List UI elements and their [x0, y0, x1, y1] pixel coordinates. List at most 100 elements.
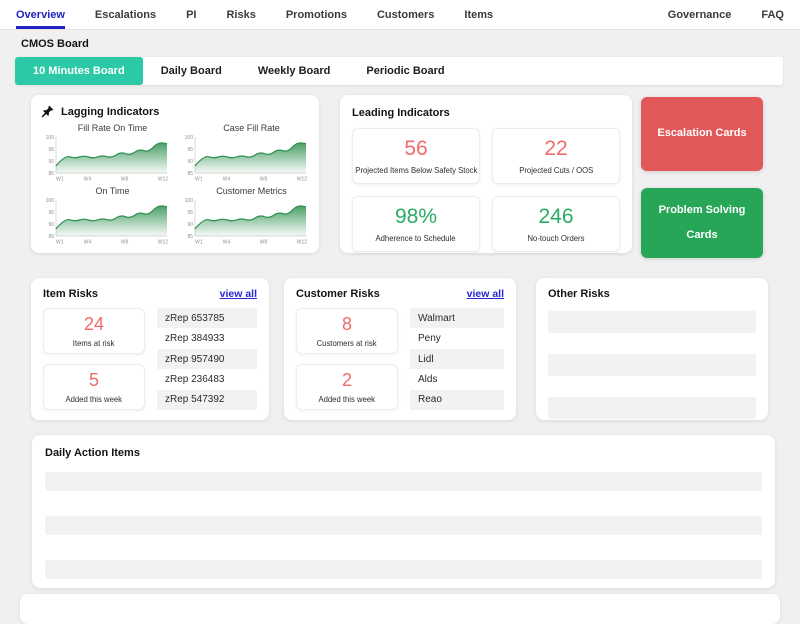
risk-list-item[interactable]: zRep 653785 — [157, 308, 257, 329]
panel-title: Daily Action Items — [45, 447, 140, 459]
nav-item[interactable]: Items — [464, 0, 493, 29]
risk-list-item[interactable]: Reao — [410, 389, 504, 411]
lagging-indicators-panel: Lagging Indicators Fill Rate On Time 100… — [31, 95, 319, 253]
nav-item[interactable]: Governance — [668, 0, 732, 29]
placeholder-row — [45, 516, 762, 535]
risk-list-item[interactable]: zRep 236483 — [157, 369, 257, 389]
stat-value: 246 — [538, 204, 574, 228]
svg-text:W1: W1 — [195, 240, 203, 246]
stat-value: 5 — [88, 369, 99, 390]
nav-item[interactable]: PI — [186, 0, 196, 29]
risk-list-item[interactable]: zRep 957490 — [157, 348, 257, 370]
stat-label: Items at risk — [73, 337, 115, 348]
board-tab[interactable]: Weekly Board — [240, 57, 349, 85]
stat-label: Customers at risk — [317, 337, 377, 348]
svg-text:90: 90 — [48, 159, 54, 165]
board-tab[interactable]: Periodic Board — [348, 57, 462, 85]
svg-text:90: 90 — [187, 222, 193, 228]
other-risks-panel: Other Risks — [536, 278, 768, 420]
placeholder-row — [548, 354, 756, 376]
lagging-panel-header: Lagging Indicators — [41, 105, 311, 118]
svg-text:100: 100 — [46, 198, 55, 204]
stat-value: 98% — [394, 204, 438, 228]
svg-text:W8: W8 — [260, 177, 268, 183]
risk-list-item[interactable]: Peny — [410, 328, 504, 348]
svg-text:90: 90 — [187, 159, 193, 165]
daily-action-rows — [45, 472, 762, 579]
stat-label: Added this week — [318, 393, 376, 404]
panel-title: Item Risks — [43, 288, 99, 300]
placeholder-row — [45, 560, 762, 579]
view-all-link[interactable]: view all — [220, 288, 257, 300]
customer-risks-body: 8 Customers at risk 2 Added this week Wa… — [296, 308, 504, 411]
stat-card: 24 Items at risk — [43, 308, 145, 354]
stat-label: Added this week — [65, 393, 123, 404]
chart-fill-rate-on-time: Fill Rate On Time 100 95 90 85 W1 W4 W8 W12 — [41, 122, 171, 182]
action-card-button[interactable]: Escalation Cards — [641, 97, 763, 171]
placeholder-row — [45, 472, 762, 491]
stat-card: 5 Added this week — [43, 364, 145, 410]
svg-text:W1: W1 — [195, 177, 203, 183]
panel-title: Customer Risks — [296, 288, 380, 300]
svg-text:95: 95 — [48, 147, 54, 153]
charts-grid: Fill Rate On Time 100 95 90 85 W1 W4 W8 W12 Cas… — [41, 122, 311, 245]
area-chart: 100 95 90 85 W1 W4 W8 W12 — [180, 197, 310, 245]
stat-label: Adherence to Schedule — [375, 232, 457, 243]
stat-value: 8 — [341, 313, 352, 334]
risk-list-item[interactable]: zRep 384933 — [157, 328, 257, 348]
item-risks-list: zRep 653785 zRep 384933 zRep 957490 zRep 23… — [157, 308, 257, 411]
chart-case-fill-rate: Case Fill Rate 100 95 90 85 W1 W4 W8 W12 — [180, 122, 310, 182]
chart-customer-metrics: Customer Metrics 100 95 90 85 W1 W4 W8 W12 — [180, 185, 310, 245]
svg-text:W8: W8 — [260, 240, 268, 246]
partial-next-panel — [20, 594, 780, 624]
customer-risks-list: Walmart Peny Lidl Alds Reao — [410, 308, 504, 411]
nav-item[interactable]: Customers — [377, 0, 434, 29]
nav-item[interactable]: Escalations — [95, 0, 156, 29]
stat-value: 22 — [544, 136, 568, 160]
placeholder-row — [548, 311, 756, 333]
svg-text:100: 100 — [46, 135, 55, 141]
other-risks-rows — [548, 311, 756, 419]
stat-value: 56 — [404, 136, 428, 160]
risk-list-item[interactable]: Lidl — [410, 348, 504, 370]
svg-text:W12: W12 — [297, 177, 308, 183]
leading-stats-grid: 56 Projected Items Below Safety Stock 22… — [352, 128, 620, 252]
svg-text:W8: W8 — [121, 177, 129, 183]
board-tab[interactable]: Daily Board — [143, 57, 240, 85]
customer-risks-stats: 8 Customers at risk 2 Added this week — [296, 308, 398, 410]
svg-text:95: 95 — [187, 147, 193, 153]
daily-action-items-panel: Daily Action Items — [32, 435, 775, 588]
leading-indicators-panel: Leading Indicators 56 Projected Items Be… — [340, 95, 632, 253]
action-card-button[interactable]: Problem Solving Cards — [641, 188, 763, 258]
risk-list-item[interactable]: Alds — [410, 369, 504, 389]
stat-card: 22 Projected Cuts / OOS — [492, 128, 620, 184]
nav-item[interactable]: Risks — [226, 0, 255, 29]
pushpin-icon — [41, 105, 54, 118]
action-cards-column: Escalation Cards Problem Solving Cards — [641, 97, 763, 258]
nav-left-group: Overview Escalations PI Risks Promotions Cust… — [16, 0, 493, 29]
area-chart: 100 95 90 85 W1 W4 W8 W12 — [41, 134, 171, 182]
svg-text:85: 85 — [48, 171, 54, 177]
svg-text:100: 100 — [185, 198, 194, 204]
svg-text:W1: W1 — [56, 240, 64, 246]
nav-item[interactable]: Promotions — [286, 0, 347, 29]
chart-on-time: On Time 100 95 90 85 W1 W4 W8 W12 — [41, 185, 171, 245]
risk-list-item[interactable]: Walmart — [410, 308, 504, 329]
svg-text:W1: W1 — [56, 177, 64, 183]
chart-title: On Time — [95, 186, 130, 196]
chart-title: Fill Rate On Time — [77, 123, 148, 133]
placeholder-row — [548, 397, 756, 419]
board-tab[interactable]: 10 Minutes Board — [15, 57, 143, 85]
nav-item[interactable]: Overview — [16, 0, 65, 29]
customer-risks-panel: Customer Risks view all 8 Customers at r… — [284, 278, 516, 420]
svg-text:85: 85 — [187, 171, 193, 177]
svg-text:95: 95 — [187, 210, 193, 216]
view-all-link[interactable]: view all — [467, 288, 504, 300]
stat-card: 56 Projected Items Below Safety Stock — [352, 128, 480, 184]
nav-item[interactable]: FAQ — [761, 0, 784, 29]
svg-text:100: 100 — [185, 135, 194, 141]
item-risks-header: Item Risks view all — [43, 288, 257, 300]
stat-label: Projected Items Below Safety Stock — [354, 164, 478, 175]
stat-card: 246 No-touch Orders — [492, 196, 620, 252]
risk-list-item[interactable]: zRep 547392 — [157, 389, 257, 411]
